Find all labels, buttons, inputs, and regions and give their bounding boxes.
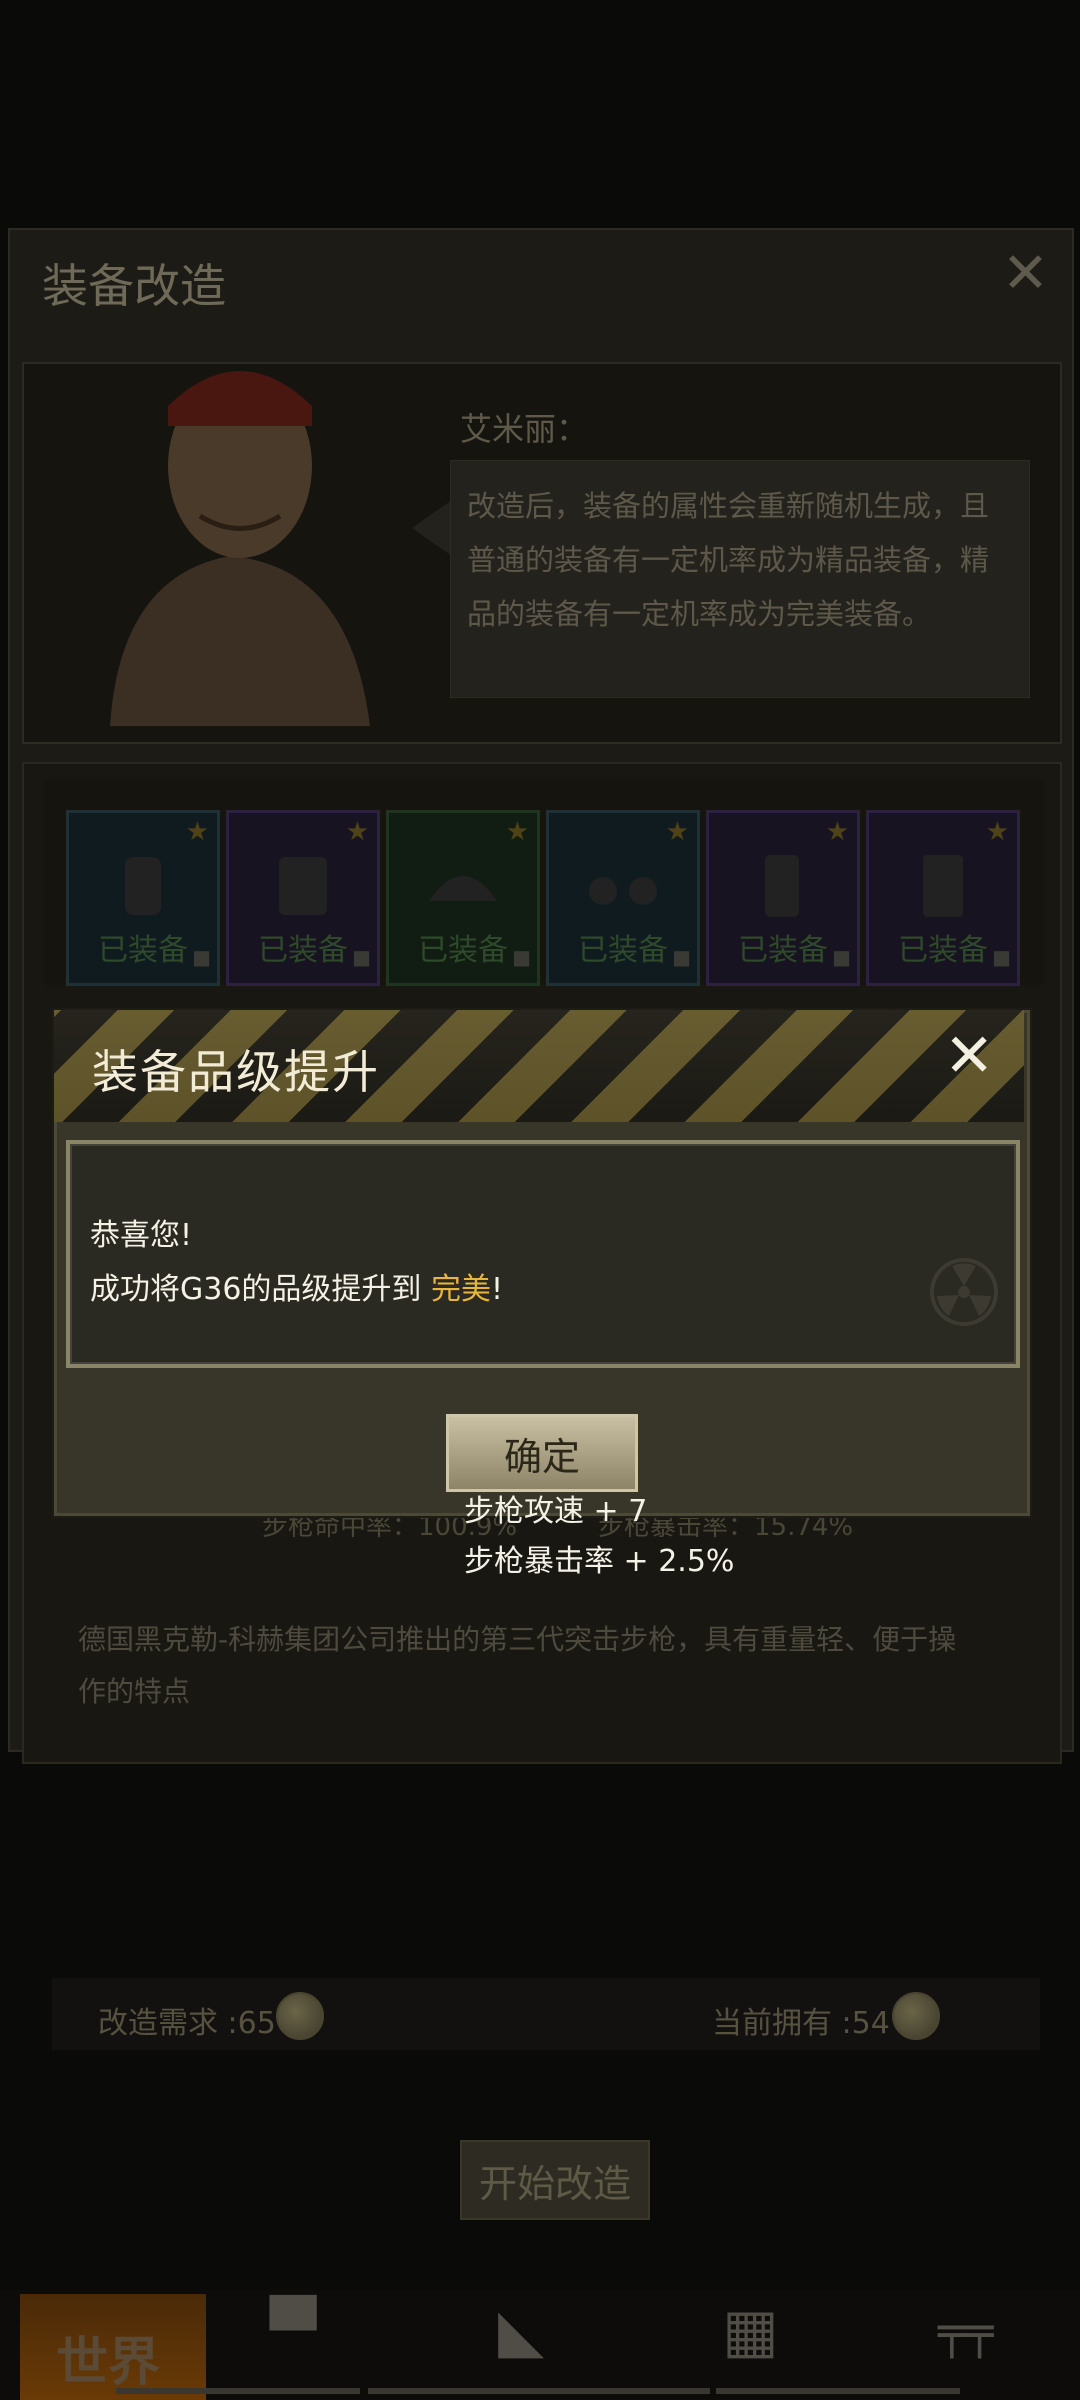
lock-icon: ■ [352, 945, 371, 969]
star-icon: ★ [665, 817, 689, 847]
backpack-icon[interactable]: ▀ [270, 2296, 316, 2366]
lock-icon: ■ [672, 945, 691, 969]
confirm-button[interactable]: 确定 [446, 1414, 638, 1492]
equipment-slot[interactable]: ★ 已装备 ■ [386, 810, 540, 986]
radiation-icon [930, 1258, 998, 1326]
armor-icon [279, 857, 327, 915]
equipment-slot[interactable]: ★ 已装备 ■ [66, 810, 220, 986]
coin-icon [276, 1992, 324, 2040]
nav-divider [116, 2388, 360, 2394]
npc-portrait [110, 371, 370, 726]
dialog-title: 装备品级提升 [92, 1045, 380, 1099]
gun-icon[interactable]: ◣ [498, 2296, 544, 2366]
equipment-slot[interactable]: ★ 已装备 ■ [866, 810, 1020, 986]
lock-icon: ■ [192, 945, 211, 969]
message-result-prefix: 成功将G36的品级提升到 [90, 1272, 431, 1307]
lock-icon: ■ [832, 945, 851, 969]
cost-required: 改造需求 :65 [98, 2006, 276, 2041]
stat-change-crit-rate: 步枪暴击率 + 2.5% [464, 1544, 735, 1579]
quality-highlight: 完美 [430, 1272, 491, 1307]
dialog-close-icon[interactable]: ✕ [944, 1026, 994, 1086]
nav-divider [716, 2388, 960, 2394]
panel-close-icon[interactable]: ✕ [1002, 246, 1049, 302]
boots-icon [765, 855, 799, 917]
star-icon: ★ [825, 817, 849, 847]
helmet-icon [429, 876, 497, 901]
building-icon[interactable]: ▦ [722, 2296, 779, 2366]
npc-speech-bubble: 改造后，装备的属性会重新随机生成，且普通的装备有一定机率成为精品装备，精品的装备… [450, 460, 1030, 698]
gloves-icon [125, 857, 161, 915]
star-icon: ★ [985, 817, 1009, 847]
star-icon: ★ [185, 817, 209, 847]
star-icon: ★ [345, 817, 369, 847]
lock-icon: ■ [992, 945, 1011, 969]
lock-icon: ■ [512, 945, 531, 969]
message-result-suffix: ! [490, 1272, 503, 1307]
speech-bubble-tail [412, 500, 452, 556]
equipment-slot[interactable]: ★ 已装备 ■ [706, 810, 860, 986]
message-box [66, 1140, 1020, 1368]
nav-world-label: 世界 [56, 2333, 161, 2393]
coin-icon [892, 1992, 940, 2040]
start-modify-button[interactable]: 开始改造 [460, 2140, 650, 2220]
stat-change-attack-speed: 步枪攻速 + 7 [464, 1494, 648, 1529]
equipment-slot[interactable]: ★ 已装备 ■ [546, 810, 700, 986]
message-result: 成功将G36的品级提升到 完美! [90, 1264, 503, 1308]
nav-divider [368, 2388, 710, 2394]
panel-title: 装备改造 [42, 259, 226, 313]
glasses-icon [589, 877, 657, 905]
item-description: 德国黑克勒-科赫集团公司推出的第三代突击步枪，具有重量轻、便于操作的特点 [78, 1623, 957, 1708]
equipment-slot[interactable]: ★ 已装备 ■ [226, 810, 380, 986]
star-icon: ★ [505, 817, 529, 847]
pants-icon [923, 855, 963, 917]
message-congrats: 恭喜您! [90, 1218, 193, 1253]
npc-name: 艾米丽： [460, 410, 589, 448]
cost-owned: 当前拥有 :54 [712, 2006, 890, 2041]
vehicle-icon[interactable]: ╤╤ [938, 2304, 993, 2358]
